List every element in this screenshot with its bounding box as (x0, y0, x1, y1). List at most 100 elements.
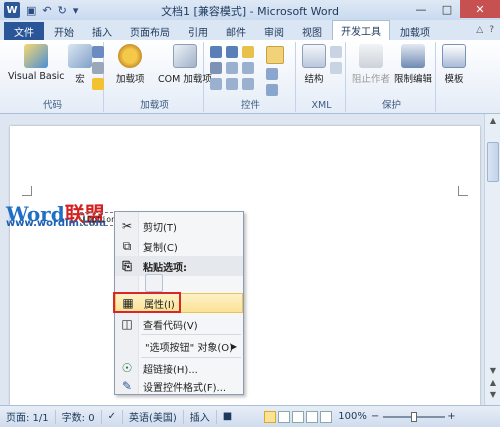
menu-item-option-button-object[interactable]: "选项按钮" 对象(O) ▶ (115, 336, 243, 356)
web-layout-icon[interactable] (292, 410, 305, 423)
zoom-in-icon[interactable]: + (447, 411, 455, 422)
full-screen-reading-icon[interactable] (278, 410, 291, 423)
cut-icon: ✂ (121, 219, 133, 233)
prev-page-icon[interactable]: ▲ (485, 378, 500, 390)
scroll-down-icon[interactable]: ▼ (485, 366, 500, 378)
tab-view[interactable]: 视图 (294, 22, 330, 40)
radio-icon (83, 215, 85, 223)
save-icon[interactable]: ▣ (26, 4, 36, 17)
customize-qat-icon[interactable]: ▾ (73, 4, 79, 17)
properties-icon[interactable] (266, 68, 278, 80)
macro-button[interactable]: 宏 (68, 44, 92, 85)
draft-icon[interactable] (320, 410, 333, 423)
ribbon-tabs: 文件 开始 插入 页面布局 引用 邮件 审阅 视图 开发工具 加载项 △ ? (0, 20, 500, 40)
macro-icon (68, 44, 92, 68)
record-macro-icon[interactable] (92, 46, 104, 58)
tab-insert[interactable]: 插入 (84, 22, 120, 40)
status-page[interactable]: 页面: 1/1 (0, 409, 56, 424)
proofing-icon[interactable]: ✓ (102, 409, 123, 424)
rich-text-control-icon[interactable] (210, 46, 222, 58)
help-icon[interactable]: ? (489, 25, 494, 35)
group-addins: 加载项 COM 加载项 加载项 (106, 42, 212, 112)
menu-item-cut[interactable]: ✂ 剪切(T) (115, 216, 243, 236)
menu-item-view-code[interactable]: ◫ 查看代码(V) (115, 314, 243, 334)
schema-icon[interactable] (330, 46, 342, 58)
maximize-icon[interactable]: □ (434, 0, 460, 18)
block-authors-button[interactable]: 阻止作者 (352, 44, 390, 85)
document-page[interactable] (10, 126, 480, 405)
menu-item-format-control[interactable]: ✎ 设置控件格式(F)... (115, 376, 243, 396)
structure-button[interactable]: 结构 (302, 44, 326, 85)
template-button[interactable]: 模板 (442, 44, 466, 85)
paste-option-icon[interactable] (145, 274, 163, 292)
legacy-tools-icon[interactable] (242, 78, 254, 90)
copy-icon: ⧉ (122, 238, 132, 253)
word-app-icon[interactable]: W (4, 2, 20, 18)
plain-text-control-icon[interactable] (226, 46, 238, 58)
macro-record-icon[interactable]: ■ (217, 410, 238, 424)
design-mode-icon[interactable] (266, 46, 284, 64)
menu-separator (141, 334, 241, 335)
status-words[interactable]: 字数: 0 (56, 409, 102, 424)
vertical-scrollbar[interactable]: ▲ ▼ ▲ ▼ (484, 114, 500, 405)
tab-references[interactable]: 引用 (180, 22, 216, 40)
highlight-box (113, 292, 181, 313)
group-icon[interactable] (266, 84, 278, 96)
tab-addins[interactable]: 加载项 (392, 22, 438, 40)
building-block-icon[interactable] (210, 62, 222, 74)
zoom-out-icon[interactable]: − (371, 411, 379, 422)
addins-button[interactable]: 加载项 (116, 44, 145, 85)
outline-icon[interactable] (306, 410, 319, 423)
date-picker-icon[interactable] (226, 78, 238, 90)
checkbox-control-icon[interactable] (226, 62, 238, 74)
zoom-level[interactable]: 100% (338, 411, 367, 422)
status-bar: 页面: 1/1 字数: 0 ✓ 英语(美国) 插入 ■ 100% − + (0, 405, 500, 427)
structure-icon (302, 44, 326, 68)
group-controls: 控件 (206, 42, 296, 112)
zoom-slider[interactable] (383, 411, 446, 423)
close-icon[interactable]: ✕ (460, 0, 500, 18)
template-icon (442, 44, 466, 68)
ribbon: Visual Basic 宏 代码 加载项 COM 加载项 加载项 控件 结构 … (0, 40, 500, 114)
macro-security-icon[interactable] (92, 78, 104, 90)
gear-icon (118, 44, 143, 68)
tab-file[interactable]: 文件 (4, 22, 44, 40)
tab-mailings[interactable]: 邮件 (218, 22, 254, 40)
minimize-ribbon-icon[interactable]: △ (476, 25, 483, 35)
group-protect: 阻止作者 限制编辑 保护 (348, 42, 436, 112)
tab-developer[interactable]: 开发工具 (332, 20, 390, 40)
format-control-icon: ✎ (121, 379, 133, 393)
menu-item-copy[interactable]: ⧉ 复制(C) (115, 236, 243, 256)
view-buttons (264, 410, 333, 423)
scroll-thumb[interactable] (487, 142, 499, 182)
restrict-editing-button[interactable]: 限制编辑 (394, 44, 432, 85)
menu-paste-options-header: ⎘ 粘贴选项: (115, 256, 243, 276)
scroll-up-icon[interactable]: ▲ (485, 116, 500, 128)
combobox-control-icon[interactable] (242, 62, 254, 74)
pause-recording-icon[interactable] (92, 62, 104, 74)
status-insert-mode[interactable]: 插入 (184, 409, 217, 424)
paste-icon: ⎘ (122, 258, 132, 273)
com-addins-button[interactable]: COM 加载项 (158, 44, 212, 85)
transform-icon[interactable] (330, 62, 342, 74)
group-xml: 结构 XML (298, 42, 346, 112)
visual-basic-button[interactable]: Visual Basic (8, 44, 65, 82)
view-code-icon: ◫ (121, 317, 133, 331)
zoom-slider-knob[interactable] (411, 411, 418, 422)
tab-review[interactable]: 审阅 (256, 22, 292, 40)
minimize-icon[interactable]: — (408, 0, 434, 18)
tab-home[interactable]: 开始 (46, 22, 82, 40)
redo-icon[interactable]: ↻ (58, 4, 67, 17)
undo-icon[interactable]: ↶ (42, 4, 51, 17)
hyperlink-icon: ☉ (121, 361, 133, 375)
tab-page-layout[interactable]: 页面布局 (122, 22, 178, 40)
next-page-icon[interactable]: ▼ (485, 390, 500, 402)
dropdown-control-icon[interactable] (210, 78, 222, 90)
margin-mark-top-left (22, 186, 32, 196)
print-layout-icon[interactable] (264, 410, 277, 423)
window-controls: — □ ✕ (408, 0, 500, 18)
status-language[interactable]: 英语(美国) (123, 409, 184, 424)
block-authors-icon (359, 44, 383, 68)
menu-item-hyperlink[interactable]: ☉ 超链接(H)... (115, 358, 243, 378)
picture-control-icon[interactable] (242, 46, 254, 58)
